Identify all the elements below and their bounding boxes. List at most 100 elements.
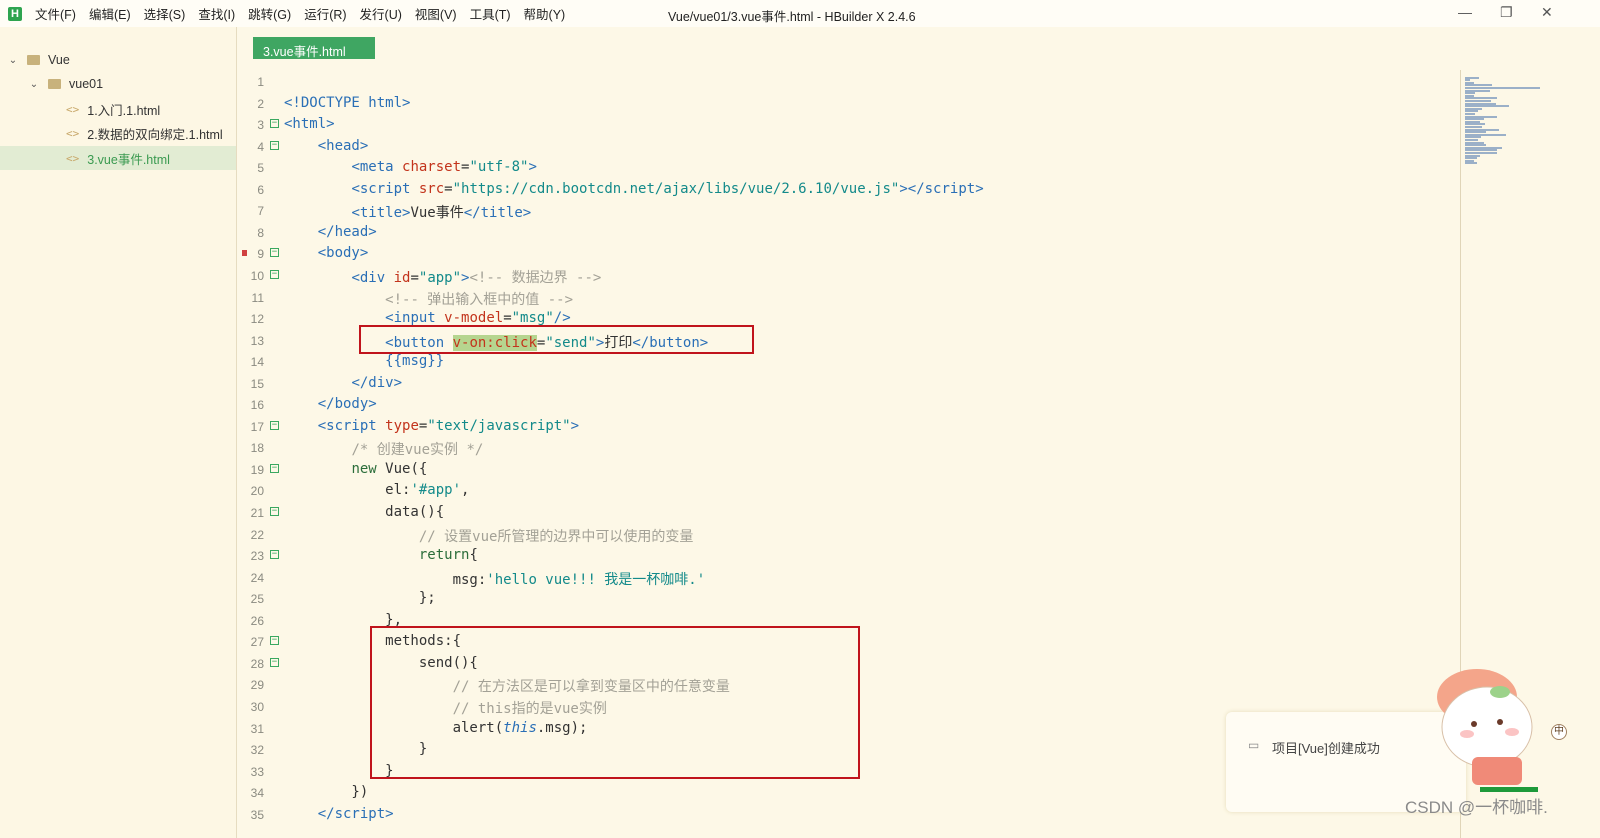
fold-toggle-icon[interactable]: − (270, 140, 279, 150)
code-token: <title> (351, 205, 411, 222)
menu-publish[interactable]: 发行(U) (360, 4, 402, 23)
code-line[interactable]: 8 </head> (238, 222, 1460, 244)
code-token: <input (385, 310, 445, 327)
menu-view[interactable]: 视图(V) (415, 4, 457, 23)
code-token: <script (351, 180, 419, 197)
code-line[interactable]: 1 (238, 71, 1460, 93)
title-bar: H 文件(F) 编辑(E) 选择(S) 查找(I) 跳转(G) 运行(R) 发行… (0, 0, 1600, 27)
code-line[interactable]: 22 // 设置vue所管理的边界中可以使用的变量 (238, 524, 1460, 546)
menu-run[interactable]: 运行(R) (304, 4, 346, 23)
code-line[interactable]: 9− <body> (238, 243, 1460, 265)
tree-file[interactable]: <> 2.数据的双向绑定.1.html (0, 121, 236, 145)
minimize-button[interactable]: — (1458, 4, 1472, 20)
ime-indicator[interactable]: 中 (1551, 724, 1567, 740)
line-number: 11 (251, 290, 264, 305)
fold-toggle-icon[interactable]: − (270, 636, 279, 646)
code-line[interactable]: 16 </body> (238, 394, 1460, 416)
tab-active-file[interactable]: 3.vue事件.html (253, 37, 375, 59)
code-line[interactable]: 15 </div> (238, 373, 1460, 395)
code-line[interactable]: 23− return{ (238, 545, 1460, 567)
line-number: 32 (250, 743, 264, 758)
code-token: </body> (317, 396, 377, 413)
chevron-down-icon[interactable]: ⌄ (28, 79, 40, 90)
code-line[interactable]: 19− new Vue({ (238, 459, 1460, 481)
line-number: 1 (257, 75, 264, 89)
code-token: > (570, 417, 580, 434)
fold-toggle-icon[interactable]: − (270, 248, 279, 258)
code-text: <input v-model="msg"/> (284, 310, 570, 327)
code-text: new Vue({ (284, 461, 427, 477)
code-line[interactable]: 7 <title>Vue事件</title> (238, 200, 1460, 222)
menu-find[interactable]: 查找(I) (198, 4, 235, 23)
fold-toggle-icon[interactable]: − (270, 507, 279, 516)
menu-goto[interactable]: 跳转(G) (248, 4, 291, 23)
code-line[interactable]: 2 <!DOCTYPE html> (238, 93, 1460, 115)
fold-toggle-icon[interactable]: − (270, 463, 279, 473)
restore-button[interactable]: ❐ (1500, 4, 1513, 21)
code-token: new (351, 460, 386, 477)
code-token: // 设置vue所管理的边界中可以使用的变量 (418, 528, 694, 545)
code-line[interactable]: 11 <!-- 弹出输入框中的值 --> (238, 287, 1460, 309)
tree-project-vue[interactable]: ⌄ Vue (0, 48, 236, 72)
chevron-down-icon[interactable]: ⌄ (7, 55, 19, 66)
tree-file-selected[interactable]: <> 3.vue事件.html (0, 146, 236, 170)
code-token: 'hello vue!!! 我是一杯咖啡.' (486, 571, 706, 588)
code-token: /* 创建vue实例 */ (351, 442, 484, 459)
line-number: 7 (257, 204, 264, 219)
html-file-icon: <> (66, 102, 80, 116)
code-text: </head> (284, 224, 377, 240)
code-line[interactable]: 18 /* 创建vue实例 */ (238, 437, 1460, 459)
code-token: "app" (418, 269, 462, 286)
code-line[interactable]: 3− <html> (238, 114, 1460, 136)
menu-file[interactable]: 文件(F) (35, 4, 76, 23)
message-icon: ▭ (1248, 738, 1260, 752)
fold-toggle-icon[interactable]: − (270, 657, 279, 667)
fold-toggle-icon[interactable]: − (270, 269, 279, 279)
line-number: 34 (250, 786, 264, 801)
code-token: charset (402, 159, 462, 176)
code-line[interactable]: 24 msg:'hello vue!!! 我是一杯咖啡.' (238, 567, 1460, 589)
tree-file[interactable]: <> 1.入门.1.html (0, 97, 236, 121)
code-token: { (469, 547, 478, 564)
menu-help[interactable]: 帮助(Y) (524, 4, 566, 23)
line-number: 20 (250, 484, 264, 499)
line-number: 30 (250, 699, 264, 714)
code-text: </script> (284, 806, 394, 822)
code-line[interactable]: 6 <script src="https://cdn.bootcdn.net/a… (238, 179, 1460, 201)
file-label: 2.数据的双向绑定.1.html (87, 127, 223, 142)
code-token: <!DOCTYPE html> (284, 94, 411, 111)
code-line[interactable]: 4− <head> (238, 136, 1460, 158)
menu-tools[interactable]: 工具(T) (470, 4, 511, 23)
code-text: <script type="text/javascript"> (284, 418, 579, 434)
code-line[interactable]: 17− <script type="text/javascript"> (238, 416, 1460, 438)
code-token: msg: (284, 571, 487, 588)
line-number: 4 (257, 139, 264, 154)
fold-toggle-icon[interactable]: − (270, 420, 279, 430)
code-line[interactable]: 5 <meta charset="utf-8"> (238, 157, 1460, 179)
code-token: "https://cdn.bootcdn.net/ajax/libs/vue/2… (452, 180, 900, 197)
code-text: <html> (284, 116, 335, 132)
tree-folder-vue01[interactable]: ⌄ vue01 (0, 72, 236, 96)
menu-select[interactable]: 选择(S) (144, 4, 186, 23)
code-line[interactable]: 20 el:'#app', (238, 480, 1460, 502)
code-token: Vue({ (385, 460, 428, 477)
code-text: <head> (284, 138, 369, 154)
fold-toggle-icon[interactable]: − (270, 550, 279, 560)
code-token: = (410, 269, 419, 286)
code-line[interactable]: 14 {{msg}} (238, 351, 1460, 373)
code-line[interactable]: 21− data(){ (238, 502, 1460, 524)
code-token: Vue事件 (410, 205, 464, 222)
code-line[interactable]: 10− <div id="app"><!-- 数据边界 --> (238, 265, 1460, 287)
code-token: = (503, 310, 512, 327)
menu-edit[interactable]: 编辑(E) (89, 4, 131, 23)
code-line[interactable]: 25 }; (238, 588, 1460, 610)
close-button[interactable]: ✕ (1541, 4, 1553, 21)
code-text: <body> (284, 245, 369, 261)
fold-toggle-icon[interactable]: − (270, 119, 279, 129)
